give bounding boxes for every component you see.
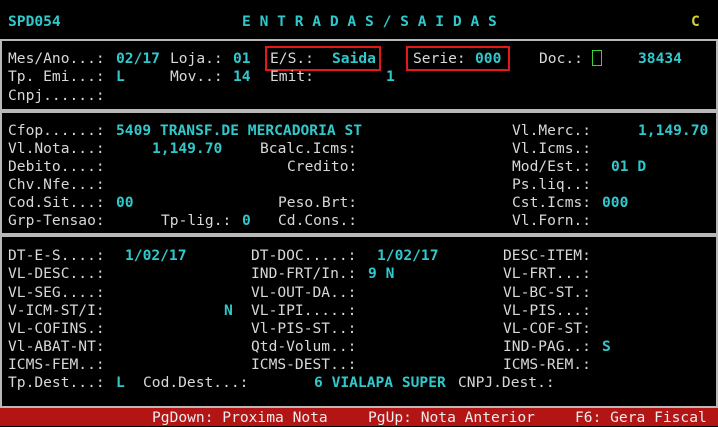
es-label: E/S.:	[270, 50, 314, 67]
vlabatnt-label: Vl-ABAT-NT:	[8, 338, 105, 355]
vlfrt-label: VL-FRT...:	[503, 265, 591, 282]
cfop-label: Cfop......:	[8, 122, 105, 139]
vlbcst-label: VL-BC-ST.:	[503, 284, 591, 301]
loja-field[interactable]: 01	[233, 50, 251, 68]
qtdvolum-label: Qtd-Volum..:	[251, 338, 357, 355]
tpemi-label: Tp. Emi...:	[8, 68, 105, 85]
text-cursor	[592, 50, 602, 66]
csticms-field[interactable]: 000	[602, 194, 628, 212]
loja-label: Loja.:	[170, 50, 223, 67]
emit-label: Emit:	[270, 68, 314, 85]
modest-label: Mod/Est.:	[512, 158, 592, 175]
tpdest-label: Tp.Dest...:	[8, 374, 105, 391]
csticms-label: Cst.Icms:	[512, 194, 592, 211]
vlmerc-label: Vl.Merc.:	[512, 122, 592, 139]
mov-field[interactable]: 14	[233, 68, 251, 86]
bcalc-label: Bcalc.Icms:	[260, 140, 357, 157]
vlnota-field[interactable]: 1,149.70	[152, 140, 222, 158]
modest-field[interactable]: 01 D	[611, 158, 646, 176]
cnpjdest-label: CNPJ.Dest.:	[458, 374, 555, 391]
vloutda-label: VL-OUT-DA..:	[251, 284, 357, 301]
serie-label: Serie:	[413, 50, 466, 67]
dtdoc-label: DT-DOC.....:	[251, 247, 357, 264]
doc-label: Doc.:	[539, 50, 583, 67]
emit-field[interactable]: 1	[386, 68, 395, 86]
status-bar: PgDown: Proxima Nota PgUp: Nota Anterior…	[0, 408, 718, 426]
coddest-field[interactable]: 6 VIALAPA SUPER	[314, 374, 446, 392]
indpag-label: IND-PAG..:	[503, 338, 591, 355]
f6-hint[interactable]: F6: Gera Fiscal	[575, 409, 707, 427]
es-field[interactable]: Saida	[332, 50, 376, 68]
indpag-field[interactable]: S	[602, 338, 611, 356]
grptensao-label: Grp-Tensao:	[8, 212, 105, 229]
vlicms-label: Vl.Icms.:	[512, 140, 592, 157]
mode-indicator: C	[691, 13, 700, 30]
vicmsst-field[interactable]: N	[224, 302, 233, 320]
codsit-field[interactable]: 00	[116, 194, 134, 212]
vicmsst-label: V-ICM-ST/I:	[8, 302, 105, 319]
pgup-hint[interactable]: PgUp: Nota Anterior	[368, 409, 535, 427]
vlpisst-label: Vl-PIS-ST..:	[251, 320, 357, 337]
vldesc-label: VL-DESC...:	[8, 265, 105, 282]
debito-label: Debito....:	[8, 158, 105, 175]
icmsfem-label: ICMS-FEM..:	[8, 356, 105, 373]
mov-label: Mov..:	[170, 68, 223, 85]
psliq-label: Ps.liq..:	[512, 176, 592, 193]
tplig-field[interactable]: 0	[242, 212, 251, 230]
vlpis-label: VL-PIS...:	[503, 302, 591, 319]
cfop-field[interactable]: 5409 TRANSF.DE MERCADORIA ST	[116, 122, 362, 140]
cdcons-label: Cd.Cons.:	[278, 212, 358, 229]
cnpj-label: Cnpj......:	[8, 87, 105, 104]
mesano-label: Mes/Ano...:	[8, 50, 105, 67]
page-title: E N T R A D A S / S A I D A S	[242, 13, 497, 30]
indfrt-label: IND-FRT/In.:	[251, 265, 357, 282]
screen-id: SPD054	[8, 13, 61, 30]
tpdest-field[interactable]: L	[116, 374, 125, 392]
vlseg-label: VL-SEG....:	[8, 284, 105, 301]
dtdoc-field[interactable]: 1/02/17	[377, 247, 439, 265]
codsit-label: Cod.Sit...:	[8, 194, 105, 211]
tpemi-field[interactable]: L	[116, 68, 125, 86]
pesobrt-label: Peso.Brt:	[278, 194, 358, 211]
icmsrem-label: ICMS-REM.:	[503, 356, 591, 373]
icmsdest-label: ICMS-DEST..:	[251, 356, 357, 373]
vlcofst-label: VL-COF-ST:	[503, 320, 591, 337]
mesano-field[interactable]: 02/17	[116, 50, 160, 68]
chvnfe-label: Chv.Nfe...:	[8, 176, 105, 193]
vlnota-label: Vl.Nota...:	[8, 140, 105, 157]
vlmerc-field[interactable]: 1,149.70	[638, 122, 708, 140]
tplig-label: Tp-lig.:	[161, 212, 232, 229]
dtes-label: DT-E-S....:	[8, 247, 105, 264]
dtes-field[interactable]: 1/02/17	[125, 247, 187, 265]
descitem-label: DESC-ITEM:	[503, 247, 591, 264]
doc-number-field[interactable]: 38434	[638, 50, 682, 68]
vlcofins-label: VL-COFINS.:	[8, 320, 105, 337]
pgdown-hint[interactable]: PgDown: Proxima Nota	[152, 409, 328, 427]
credito-label: Credito:	[287, 158, 358, 175]
vlipi-label: VL-IPI.....:	[251, 302, 357, 319]
serie-field[interactable]: 000	[475, 50, 501, 68]
indfrt-field[interactable]: 9 N	[368, 265, 394, 283]
vlforn-label: Vl.Forn.:	[512, 212, 592, 229]
coddest-label: Cod.Dest...:	[143, 374, 249, 391]
